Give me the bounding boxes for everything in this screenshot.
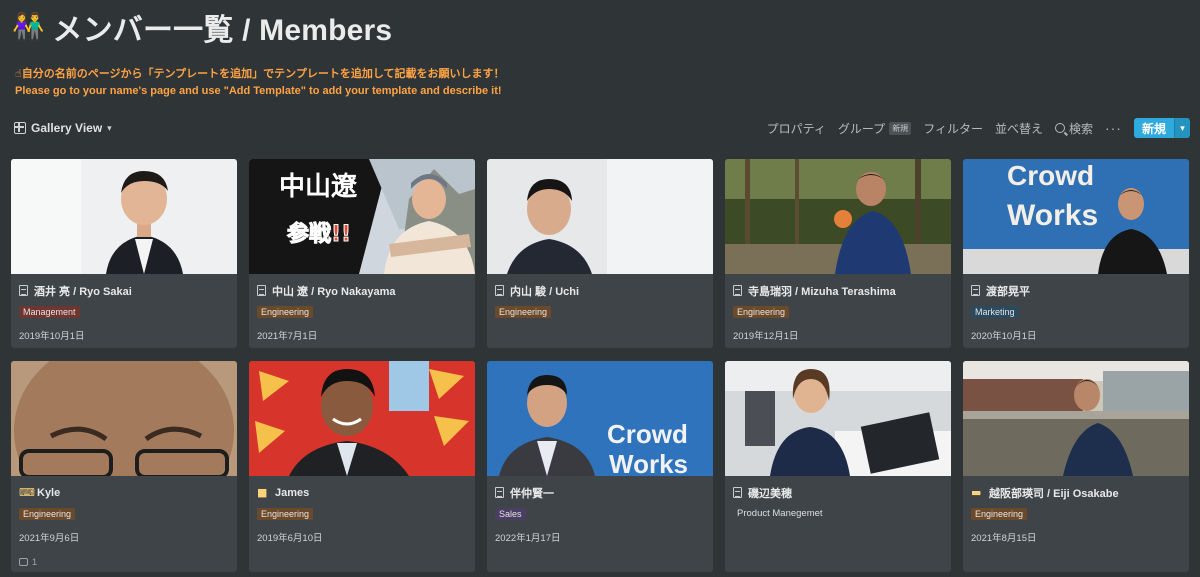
page-icon	[971, 285, 980, 296]
page-icon	[257, 285, 266, 296]
join-date: 2019年6月10日	[257, 533, 323, 544]
page-icon	[495, 285, 504, 296]
view-label: Gallery View	[31, 121, 103, 135]
member-card[interactable]: Crowd Works 伴仲賢一 Sales 2022年1月17日	[487, 361, 713, 572]
member-name: 伴仲賢一	[510, 487, 554, 500]
cover-caption: Works	[609, 449, 688, 476]
new-button[interactable]: 新規	[1133, 118, 1174, 138]
page-icon	[733, 285, 742, 296]
member-name: 越阪部瑛司 / Eiji Osakabe	[989, 487, 1119, 500]
cover-photo	[963, 361, 1189, 476]
team-tag: Marketing	[971, 306, 1019, 318]
join-date: 2020年10月1日	[971, 331, 1037, 342]
group-label: グループ	[837, 121, 886, 136]
comment-count[interactable]: 1	[19, 557, 229, 567]
search-label: 検索	[1068, 121, 1093, 136]
member-name: Kyle	[37, 486, 61, 499]
toolbar-actions: プロパティ グループ 新規 フィルター 並べ替え 検索 ··· 新規 ▾	[767, 116, 1190, 140]
member-name: James	[275, 486, 310, 499]
member-card[interactable]: ▬ 越阪部瑛司 / Eiji Osakabe Engineering 2021年…	[963, 361, 1189, 572]
join-date: 2019年10月1日	[19, 331, 85, 342]
instruction-callout: ☝自分の名前のページから「テンプレートを追加」でテンプレートを追加して記載をお願…	[15, 66, 505, 100]
cover-photo: Crowd Works	[963, 159, 1189, 274]
more-options-button[interactable]: ···	[1105, 120, 1122, 136]
cover-caption: Works	[1007, 199, 1098, 232]
page-title: メンバー一覧 / Members	[52, 14, 393, 47]
join-date: 2021年7月1日	[257, 331, 318, 342]
search-icon	[1054, 123, 1065, 133]
laptop-icon: ▬	[971, 486, 982, 499]
cover-photo	[11, 159, 237, 274]
team-tag: Engineering	[19, 508, 76, 520]
team-tag: Management	[19, 306, 80, 318]
team-property: Product Manegemet	[737, 508, 823, 519]
member-card[interactable]: 酒井 亮 / Ryo Sakai Management 2019年10月1日	[11, 159, 237, 348]
sort-button[interactable]: 並べ替え	[995, 120, 1043, 137]
cover-photo	[249, 361, 475, 476]
callout-line-en: Please go to your name's page and use "A…	[15, 85, 502, 97]
database-toolbar: Gallery View ▾ プロパティ グループ 新規 フィルター 並べ替え …	[0, 116, 1200, 140]
comment-count-value: 1	[32, 557, 38, 567]
page-icon	[495, 487, 504, 498]
cover-photo	[11, 361, 237, 476]
member-name: 寺島瑞羽 / Mizuha Terashima	[748, 285, 896, 298]
view-switcher[interactable]: Gallery View ▾	[14, 116, 112, 140]
member-card[interactable]: 磯辺美穂 Product Manegemet	[725, 361, 951, 572]
filter-button[interactable]: フィルター	[923, 120, 983, 137]
team-tag: Engineering	[733, 306, 790, 318]
group-button[interactable]: グループ 新規	[837, 120, 912, 137]
people-emoji-icon: 👫	[12, 12, 45, 42]
team-tag: Engineering	[495, 306, 552, 318]
team-tag: Engineering	[971, 508, 1028, 520]
join-date: 2019年12月1日	[733, 331, 799, 342]
cover-photo	[487, 159, 713, 274]
cover-photo: Crowd Works	[487, 361, 713, 476]
callout-line-ja: ☝自分の名前のページから「テンプレートを追加」でテンプレートを追加して記載をお願…	[15, 68, 505, 80]
team-tag: Sales	[495, 508, 526, 520]
member-card[interactable]: ■ James Engineering 2019年6月10日	[249, 361, 475, 572]
cover-photo: 中山遼 参戦!!	[249, 159, 475, 274]
cover-caption: 中山遼	[279, 172, 358, 202]
member-card[interactable]: Crowd Works 渡部晃平 Marketing 2020年10月1日	[963, 159, 1189, 348]
member-name: 内山 駿 / Uchi	[510, 285, 580, 298]
team-tag: Engineering	[257, 508, 314, 520]
join-date: 2021年9月6日	[19, 533, 80, 544]
comment-icon	[19, 558, 28, 566]
member-name: 中山 遼 / Ryo Nakayama	[272, 285, 396, 298]
cover-caption: Crowd	[607, 419, 688, 449]
member-card[interactable]: 中山遼 参戦!! 中山 遼 / Ryo Nakayama Engineering…	[249, 159, 475, 348]
member-name: 酒井 亮 / Ryo Sakai	[34, 285, 132, 298]
cover-caption: 参戦!!	[287, 221, 351, 247]
new-badge: 新規	[889, 121, 912, 135]
cover-photo	[725, 159, 951, 274]
member-card[interactable]: 内山 駿 / Uchi Engineering	[487, 159, 713, 348]
page-header: 👫 メンバー一覧 / Members	[12, 8, 393, 47]
search-button[interactable]: 検索	[1054, 120, 1093, 137]
team-tag: Engineering	[257, 306, 314, 318]
new-button-group: 新規 ▾	[1133, 118, 1190, 138]
gallery-grid-icon	[14, 122, 26, 134]
member-card[interactable]: ⌨ Kyle Engineering 2021年9月6日 1	[11, 361, 237, 572]
cover-photo	[725, 361, 951, 476]
page-icon	[733, 487, 742, 498]
member-card[interactable]: 寺島瑞羽 / Mizuha Terashima Engineering 2019…	[725, 159, 951, 348]
box-icon: ■	[257, 486, 268, 499]
member-name: 磯辺美穂	[748, 487, 792, 500]
page-icon	[19, 285, 28, 296]
chevron-down-icon: ▾	[107, 122, 112, 133]
keyboard-icon: ⌨	[19, 486, 35, 499]
join-date: 2021年8月15日	[971, 533, 1037, 544]
join-date: 2022年1月17日	[495, 533, 561, 544]
properties-button[interactable]: プロパティ	[767, 120, 826, 137]
cover-caption: Crowd	[1007, 160, 1094, 191]
member-name: 渡部晃平	[986, 285, 1030, 298]
new-dropdown-chevron-icon[interactable]: ▾	[1174, 118, 1190, 138]
